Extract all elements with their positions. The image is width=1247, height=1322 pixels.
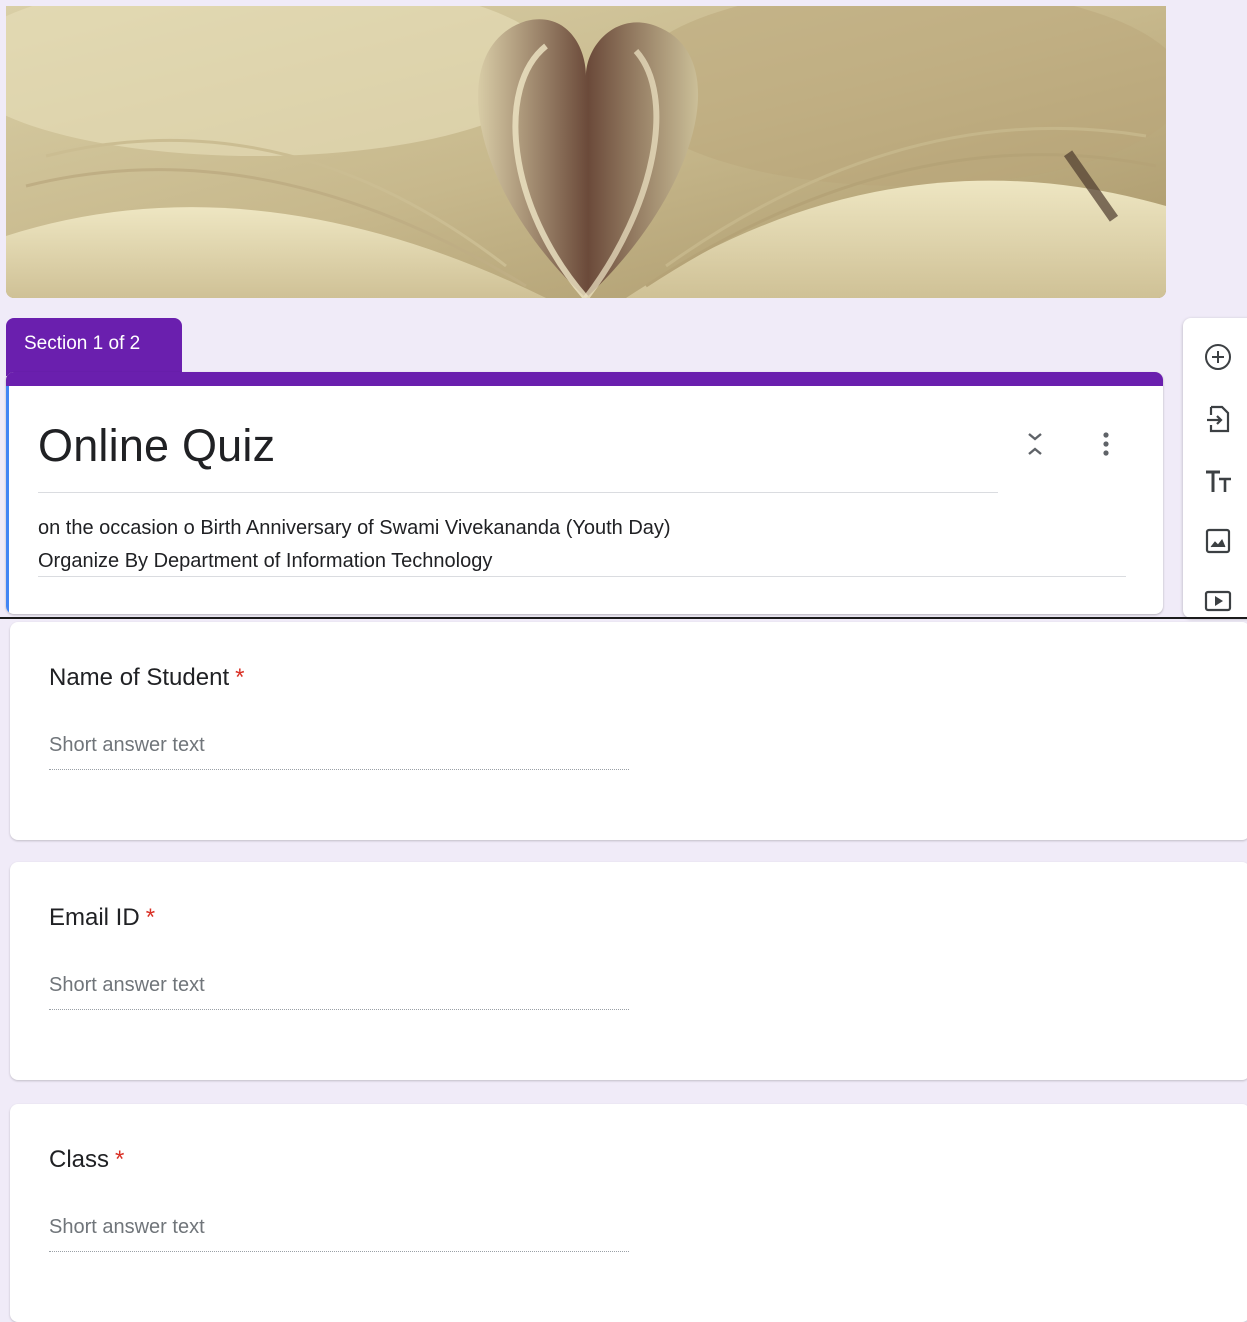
question-card[interactable]: Class * Short answer text bbox=[10, 1104, 1247, 1322]
short-answer-field[interactable]: Short answer text bbox=[49, 1216, 629, 1252]
add-circle-icon[interactable] bbox=[1203, 342, 1233, 372]
header-banner-image bbox=[6, 6, 1166, 298]
form-title-card[interactable]: Online Quiz on the occasion o Birth Anni… bbox=[6, 372, 1163, 614]
video-icon[interactable] bbox=[1203, 586, 1233, 616]
section-tab: Section 1 of 2 bbox=[6, 318, 182, 376]
required-asterisk: * bbox=[235, 664, 245, 691]
form-description[interactable]: on the occasion o Birth Anniversary of S… bbox=[38, 512, 671, 578]
form-title[interactable]: Online Quiz bbox=[38, 420, 275, 472]
required-asterisk: * bbox=[115, 1146, 125, 1173]
form-description-line: on the occasion o Birth Anniversary of S… bbox=[38, 517, 671, 539]
question-title: Email ID bbox=[49, 904, 140, 931]
required-asterisk: * bbox=[145, 904, 156, 931]
title-underline bbox=[38, 492, 998, 493]
collapse-icon[interactable] bbox=[1023, 430, 1047, 458]
question-card[interactable]: Name of Student * Short answer text bbox=[10, 622, 1247, 840]
title-text-icon[interactable] bbox=[1203, 466, 1233, 496]
form-description-line: Organize By Department of Information Te… bbox=[38, 550, 493, 572]
floating-toolbar bbox=[1183, 318, 1247, 618]
title-card-focus-bar bbox=[6, 386, 9, 614]
more-vert-icon[interactable] bbox=[1096, 430, 1116, 458]
question-label: Email ID * bbox=[49, 904, 155, 932]
short-answer-field[interactable]: Short answer text bbox=[49, 974, 629, 1010]
question-label: Class * bbox=[49, 1146, 124, 1174]
title-card-accent-bar bbox=[6, 372, 1163, 386]
description-underline bbox=[38, 576, 1126, 577]
section-tab-label: Section 1 of 2 bbox=[24, 333, 141, 354]
question-title: Name of Student bbox=[49, 664, 230, 691]
image-icon[interactable] bbox=[1203, 526, 1233, 556]
question-label: Name of Student * bbox=[49, 664, 244, 692]
question-card[interactable]: Email ID * Short answer text bbox=[10, 862, 1247, 1080]
import-icon[interactable] bbox=[1203, 404, 1233, 434]
screenshot-divider bbox=[0, 617, 1247, 619]
question-title: Class bbox=[49, 1146, 110, 1173]
short-answer-field[interactable]: Short answer text bbox=[49, 734, 629, 770]
